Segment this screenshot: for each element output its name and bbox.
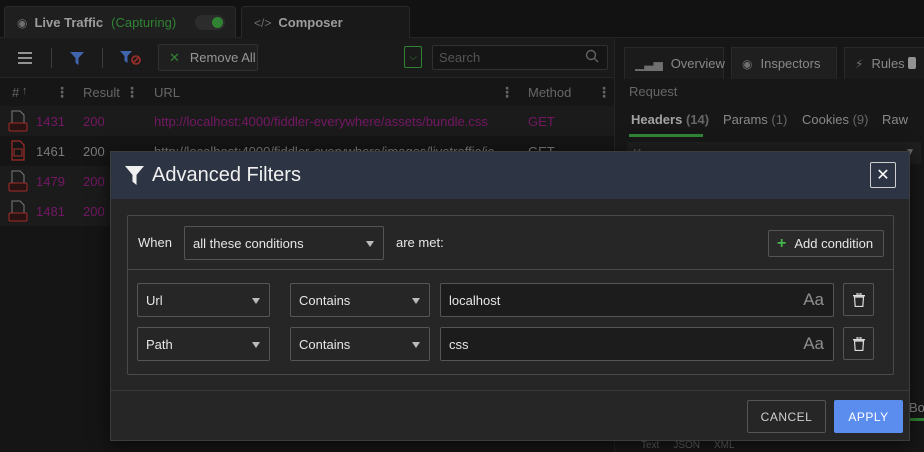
condition-field-value: Path — [146, 336, 173, 352]
condition-value-input[interactable]: localhost Aa — [440, 283, 834, 317]
when-label: When — [138, 235, 172, 250]
close-button[interactable]: ✕ — [870, 162, 896, 188]
close-icon: ✕ — [876, 167, 890, 184]
match-mode-value: all these conditions — [193, 235, 304, 251]
trash-icon — [852, 336, 865, 351]
are-met-label: are met: — [396, 235, 444, 250]
condition-operator-select[interactable]: Contains — [290, 327, 430, 361]
match-case-icon[interactable]: Aa — [803, 290, 824, 310]
delete-condition-button[interactable] — [843, 327, 874, 360]
dialog-header: Advanced Filters ✕ — [111, 152, 909, 199]
caret-down-icon — [412, 298, 420, 304]
match-mode-row: When all these conditions are met: + Add… — [128, 216, 893, 270]
condition-operator-value: Contains — [299, 336, 351, 352]
dialog-title: Advanced Filters — [152, 164, 301, 186]
caret-down-icon — [366, 241, 374, 247]
caret-down-icon — [252, 342, 260, 348]
dialog-footer-divider — [111, 390, 909, 391]
condition-field-select[interactable]: Url — [137, 283, 270, 317]
plus-icon: + — [777, 234, 787, 252]
apply-button[interactable]: APPLY — [834, 400, 903, 433]
caret-down-icon — [252, 298, 260, 304]
match-case-icon[interactable]: Aa — [803, 334, 824, 354]
condition-value: css — [449, 336, 469, 352]
advanced-filters-dialog: Advanced Filters ✕ When all these condit… — [110, 151, 910, 441]
condition-field-select[interactable]: Path — [137, 327, 270, 361]
add-condition-label: Add condition — [794, 236, 874, 251]
condition-field-value: Url — [146, 292, 163, 308]
delete-condition-button[interactable] — [843, 283, 874, 316]
match-mode-select[interactable]: all these conditions — [184, 226, 384, 260]
condition-operator-select[interactable]: Contains — [290, 283, 430, 317]
add-condition-button[interactable]: + Add condition — [768, 230, 884, 257]
cancel-button[interactable]: CANCEL — [747, 400, 826, 433]
filter-icon — [125, 166, 144, 185]
caret-down-icon — [412, 342, 420, 348]
trash-icon — [852, 292, 865, 307]
condition-value: localhost — [449, 292, 501, 308]
conditions-group: When all these conditions are met: + Add… — [127, 215, 894, 375]
condition-value-input[interactable]: css Aa — [440, 327, 834, 361]
condition-operator-value: Contains — [299, 292, 351, 308]
